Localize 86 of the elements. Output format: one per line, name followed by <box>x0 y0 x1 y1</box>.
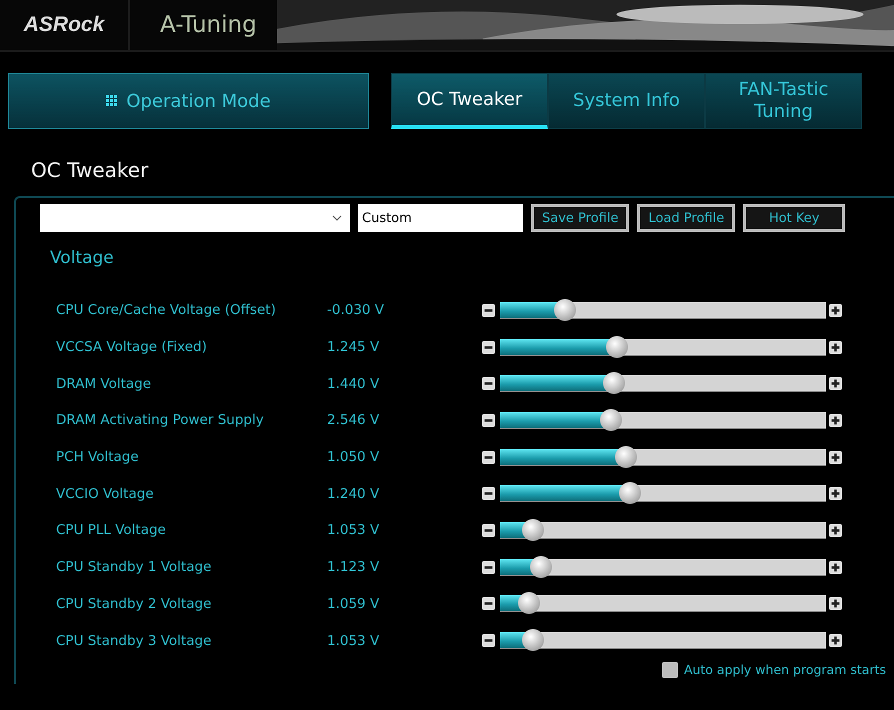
plus-button[interactable] <box>829 524 842 537</box>
voltage-label: PCH Voltage <box>56 449 140 466</box>
voltage-reading: 1.440 V <box>327 376 380 392</box>
voltage-slider[interactable] <box>500 412 826 429</box>
voltage-slider[interactable] <box>500 485 826 502</box>
plus-icon <box>829 524 842 537</box>
voltage-reading: 1.123 V <box>327 559 380 576</box>
tab[interactable]: System Info <box>548 73 705 129</box>
plus-icon <box>829 414 842 427</box>
voltage-label: CPU Standby 3 Voltage <box>56 632 212 649</box>
profile-button[interactable]: Hot Key <box>743 204 846 232</box>
voltage-label: CPU Standby 1 Voltage <box>56 559 212 576</box>
app-title: A-Tuning <box>159 12 258 38</box>
voltage-reading: 1.245 V <box>327 339 380 356</box>
voltage-slider[interactable] <box>500 595 826 612</box>
plus-icon <box>829 304 842 317</box>
minus-button[interactable] <box>482 304 495 317</box>
minus-button[interactable] <box>482 414 495 427</box>
voltage-reading: 1.240 V <box>327 486 380 502</box>
slider-thumb[interactable] <box>600 408 622 431</box>
minus-button[interactable] <box>482 524 495 537</box>
minus-button[interactable] <box>482 377 495 390</box>
plus-button[interactable] <box>829 450 842 464</box>
plus-button[interactable] <box>829 634 842 648</box>
slider-thumb[interactable] <box>522 518 544 541</box>
slider-thumb[interactable] <box>614 446 636 468</box>
voltage-reading: 2.546 V <box>327 412 380 428</box>
minus-button[interactable] <box>482 560 495 574</box>
profile-button[interactable]: Save Profile <box>531 204 630 232</box>
plus-icon <box>829 377 842 390</box>
plus-button[interactable] <box>829 560 842 574</box>
profile-name-field[interactable]: Custom <box>358 204 523 232</box>
minus-button[interactable] <box>482 597 495 610</box>
voltage-reading: -0.030 V <box>327 302 386 318</box>
operation-mode-button[interactable]: Operation Mode <box>8 73 369 129</box>
voltage-slider[interactable] <box>500 522 826 539</box>
plus-button[interactable] <box>829 377 842 390</box>
profile-button[interactable]: Load Profile <box>637 204 736 232</box>
slider-thumb[interactable] <box>530 556 552 578</box>
voltage-label: CPU PLL Voltage <box>56 522 167 538</box>
plus-icon <box>829 450 842 464</box>
minus-button[interactable] <box>482 634 495 648</box>
plus-icon <box>829 597 842 610</box>
section-heading: Voltage <box>50 248 115 268</box>
plus-icon <box>829 634 842 648</box>
slider-thumb[interactable] <box>554 298 576 321</box>
voltage-label: CPU Standby 2 Voltage <box>56 596 212 612</box>
voltage-slider[interactable] <box>500 448 826 466</box>
grid-icon <box>106 95 118 107</box>
plus-icon <box>829 340 842 354</box>
plus-button[interactable] <box>829 304 842 317</box>
plus-button[interactable] <box>829 414 842 427</box>
plus-button[interactable] <box>829 597 842 610</box>
plus-button[interactable] <box>829 487 842 500</box>
voltage-label: DRAM Activating Power Supply <box>56 412 265 428</box>
voltage-slider[interactable] <box>500 338 826 356</box>
voltage-label: DRAM Voltage <box>56 376 152 392</box>
voltage-slider[interactable] <box>500 302 826 319</box>
minus-button[interactable] <box>482 340 495 354</box>
voltage-label: VCCIO Voltage <box>56 486 155 502</box>
logo: ASRock <box>0 0 130 50</box>
chevron-down-icon <box>332 215 342 221</box>
voltage-label: CPU Core/Cache Voltage (Offset) <box>56 302 277 318</box>
tab[interactable]: FAN-Tastic Tuning <box>705 73 862 129</box>
tab[interactable]: OC Tweaker <box>391 73 548 129</box>
slider-thumb[interactable] <box>619 482 642 504</box>
plus-icon <box>829 487 842 500</box>
voltage-slider[interactable] <box>500 632 826 650</box>
slider-thumb[interactable] <box>606 336 628 358</box>
page-title: OC Tweaker <box>31 158 150 184</box>
voltage-reading: 1.053 V <box>327 632 380 649</box>
voltage-reading: 1.053 V <box>327 522 380 538</box>
slider-thumb[interactable] <box>522 629 544 652</box>
voltage-reading: 1.059 V <box>327 596 380 612</box>
voltage-slider[interactable] <box>500 375 826 392</box>
voltage-label: VCCSA Voltage (Fixed) <box>56 339 208 356</box>
voltage-slider[interactable] <box>500 558 826 576</box>
voltage-reading: 1.050 V <box>327 449 380 466</box>
auto-apply-label: Auto apply when program starts <box>684 662 886 678</box>
slider-thumb[interactable] <box>603 372 626 394</box>
checkbox[interactable] <box>662 662 678 678</box>
minus-button[interactable] <box>482 487 495 500</box>
minus-button[interactable] <box>482 450 495 464</box>
plus-icon <box>829 560 842 574</box>
plus-button[interactable] <box>829 340 842 354</box>
slider-thumb[interactable] <box>518 592 540 614</box>
